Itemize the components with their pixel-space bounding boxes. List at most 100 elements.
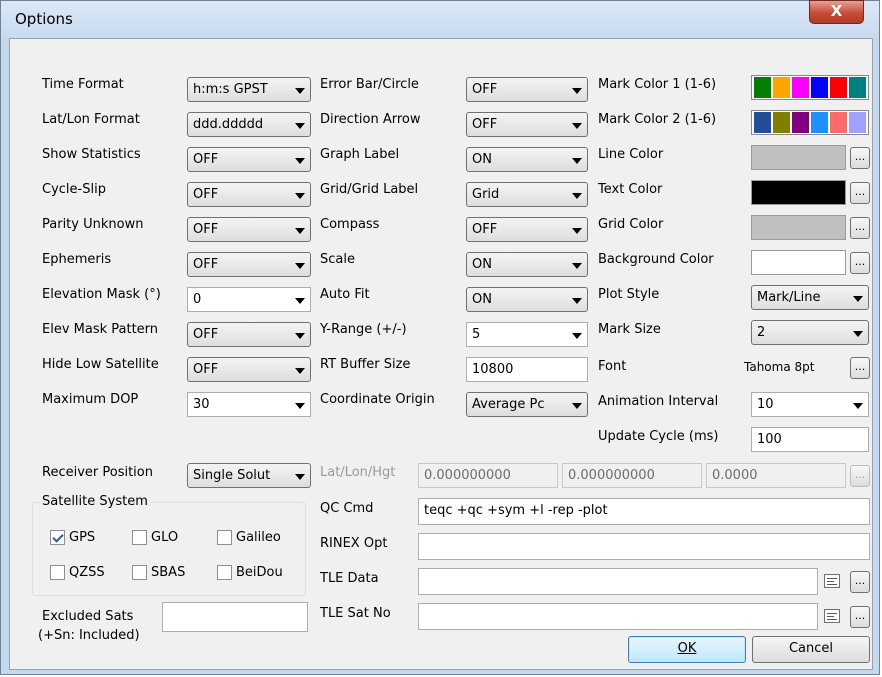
time-format-select[interactable]: h:m:s GPST: [187, 77, 311, 102]
mark-color1-swatch-6[interactable]: [849, 77, 866, 98]
chevron-down-icon: [295, 228, 305, 234]
mark-color2-swatch-4[interactable]: [811, 112, 828, 133]
auto-fit-select[interactable]: ON: [466, 287, 588, 312]
mark-color1-swatch-3[interactable]: [792, 77, 809, 98]
line-color-button[interactable]: ...: [850, 147, 870, 169]
direction-arrow-select[interactable]: OFF: [466, 112, 588, 137]
tle-satno-input[interactable]: [418, 603, 818, 630]
tle-data-input[interactable]: [418, 568, 818, 595]
y-range-label: Y-Range (+/-): [320, 322, 407, 337]
mark-color1-swatches[interactable]: [751, 75, 869, 100]
ephemeris-select[interactable]: OFF: [187, 252, 311, 277]
rt-buffer-input[interactable]: 10800: [466, 357, 588, 382]
font-button[interactable]: ...: [850, 357, 870, 379]
line-color-label: Line Color: [598, 147, 664, 162]
latlon-format-label: Lat/Lon Format: [42, 112, 140, 127]
direction-arrow-label: Direction Arrow: [320, 112, 421, 127]
mark-color2-label: Mark Color 2 (1-6): [598, 112, 717, 127]
background-color-button[interactable]: ...: [850, 252, 870, 274]
update-cycle-input[interactable]: 100: [751, 427, 869, 452]
parity-unknown-label: Parity Unknown: [42, 217, 144, 232]
mark-color1-swatch-2[interactable]: [773, 77, 790, 98]
tle-satno-view-icon[interactable]: [824, 609, 840, 623]
chevron-down-icon: [295, 123, 305, 129]
excluded-sats-label: Excluded Sats: [42, 609, 134, 624]
cycle-slip-label: Cycle-Slip: [42, 182, 106, 197]
excluded-sats-note: (+Sn: Included): [38, 628, 140, 643]
rinex-opt-input[interactable]: [418, 533, 870, 560]
hide-low-satellite-select[interactable]: OFF: [187, 357, 311, 382]
gps-checkbox[interactable]: [50, 530, 65, 545]
cycle-slip-select[interactable]: OFF: [187, 182, 311, 207]
grid-label-label: Grid/Grid Label: [320, 182, 419, 197]
plot-style-select[interactable]: Mark/Line: [751, 285, 869, 310]
gps-label: GPS: [69, 530, 96, 545]
elevation-mask-label: Elevation Mask (°): [42, 287, 161, 302]
chevron-down-icon: [295, 403, 305, 409]
cancel-button[interactable]: Cancel: [752, 636, 870, 663]
chevron-down-icon: [295, 158, 305, 164]
show-statistics-select[interactable]: OFF: [187, 147, 311, 172]
satellite-system-title: Satellite System: [39, 494, 151, 509]
elevation-mask-combo[interactable]: 0: [187, 287, 311, 312]
mark-color1-swatch-5[interactable]: [830, 77, 847, 98]
title-bar[interactable]: Options X: [1, 0, 879, 37]
tle-data-label: TLE Data: [320, 571, 379, 586]
latitude-input[interactable]: 0.000000000: [418, 463, 558, 488]
graph-label-select[interactable]: ON: [466, 147, 588, 172]
mark-size-label: Mark Size: [598, 322, 661, 337]
beidou-checkbox[interactable]: [217, 565, 232, 580]
background-color-swatch[interactable]: [751, 250, 846, 275]
excluded-sats-input[interactable]: [162, 602, 308, 632]
ok-button[interactable]: OK: [628, 636, 746, 663]
compass-select[interactable]: OFF: [466, 217, 588, 242]
qc-cmd-input[interactable]: teqc +qc +sym +l -rep -plot: [418, 498, 870, 525]
maximum-dop-label: Maximum DOP: [42, 392, 139, 407]
line-color-swatch[interactable]: [751, 145, 846, 170]
close-button[interactable]: X: [809, 0, 864, 24]
mark-color2-swatch-1[interactable]: [754, 112, 771, 133]
text-color-label: Text Color: [598, 182, 663, 197]
tle-satno-browse-button[interactable]: ...: [850, 606, 870, 628]
latlon-format-select[interactable]: ddd.ddddd: [187, 112, 311, 137]
longitude-input[interactable]: 0.000000000: [562, 463, 702, 488]
height-input[interactable]: 0.0000: [706, 463, 846, 488]
mark-size-select[interactable]: 2: [751, 320, 869, 345]
position-button[interactable]: ...: [850, 465, 870, 487]
mark-color2-swatch-5[interactable]: [830, 112, 847, 133]
grid-color-button[interactable]: ...: [850, 217, 870, 239]
mark-color1-swatch-4[interactable]: [811, 77, 828, 98]
y-range-combo[interactable]: 5: [466, 322, 588, 347]
qzss-checkbox[interactable]: [50, 565, 65, 580]
latlonhgt-label: Lat/Lon/Hgt: [320, 465, 396, 480]
error-bar-select[interactable]: OFF: [466, 77, 588, 102]
grid-label-select[interactable]: Grid: [466, 182, 588, 207]
tle-data-browse-button[interactable]: ...: [850, 571, 870, 593]
sbas-checkbox[interactable]: [132, 565, 147, 580]
scale-select[interactable]: ON: [466, 252, 588, 277]
mark-color2-swatches[interactable]: [751, 110, 869, 135]
mark-color2-swatch-3[interactable]: [792, 112, 809, 133]
auto-fit-label: Auto Fit: [320, 287, 370, 302]
mark-color2-swatch-6[interactable]: [849, 112, 866, 133]
maximum-dop-combo[interactable]: 30: [187, 392, 311, 417]
ephemeris-label: Ephemeris: [42, 252, 112, 267]
receiver-position-select[interactable]: Single Solut: [187, 463, 311, 488]
chevron-down-icon: [572, 158, 582, 164]
qzss-label: QZSS: [69, 565, 105, 580]
mark-color1-swatch-1[interactable]: [754, 77, 771, 98]
grid-color-swatch[interactable]: [751, 215, 846, 240]
glo-checkbox[interactable]: [132, 530, 147, 545]
error-bar-label: Error Bar/Circle: [320, 77, 419, 92]
animation-interval-combo[interactable]: 10: [751, 392, 869, 417]
galileo-checkbox[interactable]: [217, 530, 232, 545]
text-color-swatch[interactable]: [751, 180, 846, 205]
tle-data-view-icon[interactable]: [824, 574, 840, 588]
text-color-button[interactable]: ...: [850, 182, 870, 204]
elev-mask-pattern-select[interactable]: OFF: [187, 322, 311, 347]
qc-cmd-label: QC Cmd: [320, 501, 374, 516]
coord-origin-select[interactable]: Average Pc: [466, 392, 588, 417]
mark-color2-swatch-2[interactable]: [773, 112, 790, 133]
parity-unknown-select[interactable]: OFF: [187, 217, 311, 242]
chevron-down-icon: [853, 331, 863, 337]
